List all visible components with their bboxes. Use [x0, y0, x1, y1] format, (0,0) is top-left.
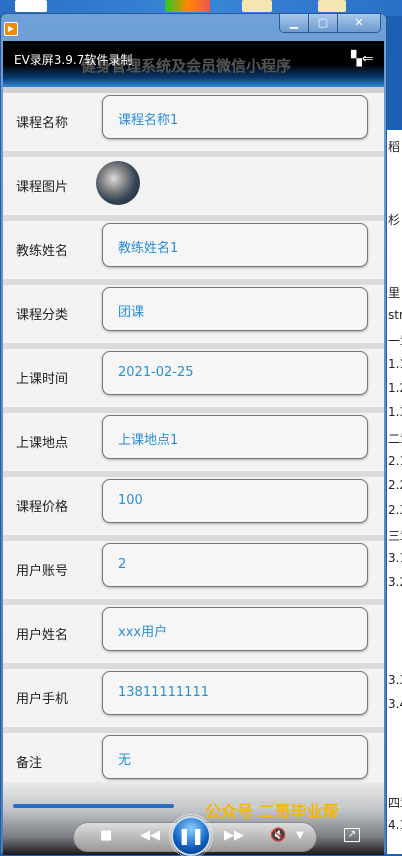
page-header: 健身管理系统及会员微信小程序 EV录屏3.9.7软件录制 ▚⇐ — [3, 41, 384, 87]
field-value[interactable]: 2 — [102, 543, 368, 587]
forward-icon[interactable]: ▶▶ — [224, 828, 244, 843]
field-value[interactable]: 2021-02-25 — [102, 351, 368, 395]
doc-line: 3.2 — [388, 575, 402, 590]
doc-line: 1.2 — [388, 381, 402, 395]
minimize-button[interactable]: ▁ — [280, 14, 309, 32]
doc-line: 四章 — [388, 796, 402, 811]
field-label: 课程图片 — [16, 180, 69, 195]
doc-line: 一章 — [388, 334, 402, 349]
stop-icon[interactable]: ■ — [100, 828, 112, 843]
volume-dropdown-icon[interactable]: ▼ — [296, 830, 304, 841]
doc-line: 3.4 — [388, 696, 402, 711]
background-document: 稻杉里 stra 一章 1.1 1.2 1.3 二章 2.1 2.2 2.3 三章 3.1 3.2 3.3… — [385, 130, 402, 854]
recorder-watermark: EV录屏3.9.7软件录制 — [14, 53, 133, 67]
doc-line: 4.1 — [388, 818, 402, 833]
field-label: 教练姓名 — [16, 244, 69, 259]
doc-line: 2.1 — [388, 453, 402, 468]
field-value[interactable]: 团课 — [102, 287, 368, 331]
course-image[interactable] — [96, 161, 140, 205]
app-play-icon: ▶ — [4, 22, 18, 36]
field-value[interactable]: 课程名称1 — [102, 95, 368, 139]
field-label: 用户账号 — [16, 564, 69, 579]
field-label: 课程名称 — [16, 116, 69, 131]
desktop-icon[interactable] — [242, 0, 272, 12]
desktop-icon[interactable] — [15, 0, 47, 12]
form-row: 课程价格 100 — [3, 471, 384, 535]
doc-line: 2.2 — [388, 478, 402, 493]
form-row: 上课地点 上课地点1 — [3, 407, 384, 471]
doc-line: 2.3 — [388, 502, 402, 517]
field-value[interactable]: 100 — [102, 479, 368, 523]
field-value[interactable]: xxx用户 — [102, 607, 368, 651]
field-value[interactable]: 无 — [102, 735, 368, 779]
watermark-text: 公众号 二哥毕业帮 — [205, 802, 339, 821]
mute-icon[interactable]: 🔇 — [270, 828, 286, 843]
field-label: 备注 — [16, 756, 43, 771]
detail-form: 课程名称 课程名称1 课程图片教练姓名 教练姓名1 课程分类 团课上课时间 2021-02-… — [3, 87, 384, 791]
field-label: 上课地点 — [16, 436, 69, 451]
doc-line: stra — [388, 308, 402, 323]
doc-line: 三章 — [388, 528, 402, 543]
field-label: 用户手机 — [16, 692, 69, 707]
form-row: 用户账号 2 — [3, 535, 384, 599]
form-row: 用户手机 13811111111 — [3, 663, 384, 727]
desktop-icon[interactable] — [318, 0, 346, 12]
field-value[interactable]: 13811111111 — [102, 671, 368, 715]
field-label: 用户姓名 — [16, 628, 69, 643]
field-value[interactable]: 教练姓名1 — [102, 223, 368, 267]
media-player-bar: 公众号 二哥毕业帮 ■ ◀◀ ▶▶ 🔇 ▼ ❚❚ ↗ — [3, 782, 384, 856]
form-row: 课程名称 课程名称1 — [3, 87, 384, 151]
rewind-icon[interactable]: ◀◀ — [140, 828, 160, 843]
doc-line: 1.3 — [388, 405, 402, 420]
pause-button[interactable]: ❚❚ — [169, 814, 213, 856]
field-value[interactable]: 上课地点1 — [102, 415, 368, 459]
doc-line: 里 — [388, 285, 401, 300]
form-row: 教练姓名 教练姓名1 — [3, 215, 384, 279]
desktop-icon[interactable] — [165, 0, 210, 12]
doc-line: 3.1 — [388, 551, 402, 566]
doc-line: 杉 — [388, 212, 401, 227]
field-label: 课程分类 — [16, 308, 69, 323]
exit-fullscreen-icon[interactable]: ▚⇐ — [351, 51, 374, 67]
fullscreen-icon[interactable]: ↗ — [344, 828, 360, 842]
maximize-button[interactable]: ▢ — [309, 14, 338, 32]
field-label: 上课时间 — [16, 372, 69, 387]
form-row: 课程图片 — [3, 151, 384, 215]
app-window: ▶ ▁ ▢ ✕ 健身管理系统及会员微信小程序 EV录屏3.9.7软件录制 ▚⇐ … — [0, 13, 387, 856]
doc-line: 二章 — [388, 431, 402, 446]
field-label: 课程价格 — [16, 500, 69, 515]
doc-line: 稻 — [388, 140, 401, 154]
form-row: 用户姓名 xxx用户 — [3, 599, 384, 663]
form-row: 上课时间 2021-02-25 — [3, 343, 384, 407]
doc-line: 3.3 — [388, 672, 402, 687]
form-row: 课程分类 团课 — [3, 279, 384, 343]
doc-line: 1.1 — [388, 356, 402, 371]
close-button[interactable]: ✕ — [338, 14, 380, 32]
